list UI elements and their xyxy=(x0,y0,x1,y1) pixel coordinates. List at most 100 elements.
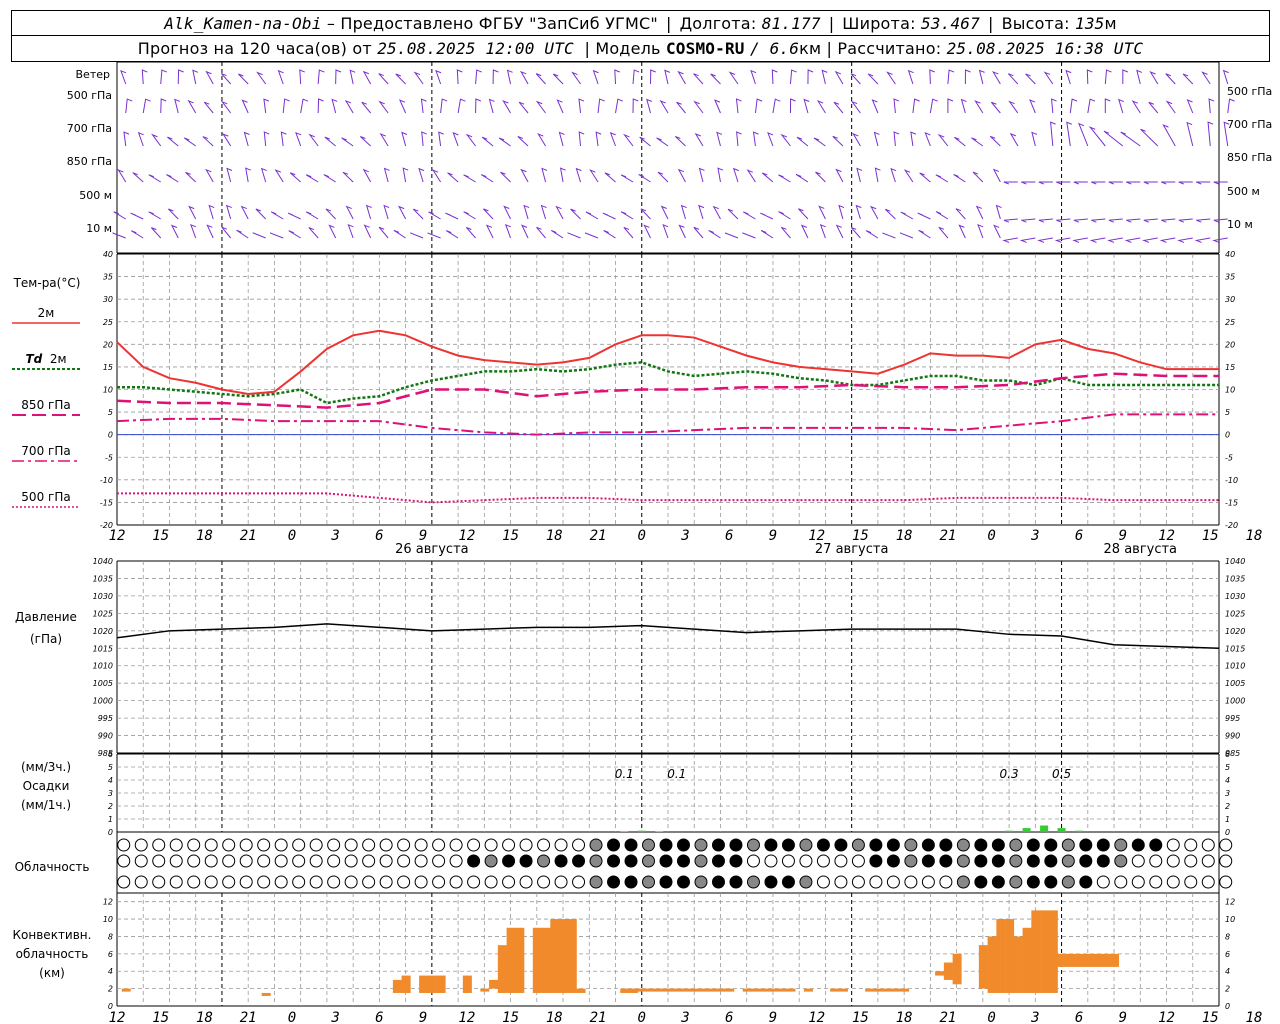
wind-barb xyxy=(1159,237,1176,243)
cloud-cover-symbol xyxy=(1149,854,1163,868)
cloud-cover-symbol xyxy=(292,838,306,852)
wind-barb xyxy=(344,99,354,114)
wind-barb xyxy=(819,223,826,239)
wind-barb xyxy=(736,131,742,147)
pressure-tick-right: 1000 xyxy=(1225,697,1245,706)
cloud-cover-symbol xyxy=(414,838,428,852)
wind-barb xyxy=(480,174,494,183)
wind-barb xyxy=(1201,71,1211,85)
conv-cloud-bar xyxy=(489,979,499,989)
cloud-cover-symbol xyxy=(1096,854,1110,868)
cloud-cover-symbol xyxy=(746,854,760,868)
wind-barb xyxy=(245,167,251,183)
cloud-cover-symbol xyxy=(554,875,568,889)
pressure-tick-right: 1030 xyxy=(1225,592,1245,601)
cloud-cover-symbol xyxy=(1044,875,1058,889)
wind-barb xyxy=(1025,73,1036,85)
wind-barb xyxy=(141,69,148,85)
wind-barb xyxy=(960,98,967,114)
wind-barb xyxy=(742,232,756,239)
wind-barb xyxy=(778,211,791,220)
cloud-cover-symbol xyxy=(886,854,900,868)
x-tick-label: 9 xyxy=(419,1010,427,1024)
wind-barb xyxy=(659,100,669,114)
wind-barb xyxy=(796,136,809,147)
pressure-tick-right: 1035 xyxy=(1225,574,1245,583)
temp-tick-left: 0 xyxy=(108,431,113,440)
x-tick-label: 6 xyxy=(725,1010,733,1024)
wind-barb xyxy=(1043,71,1054,85)
wind-barb xyxy=(602,212,616,220)
wind-barb xyxy=(1104,98,1111,114)
conv-cloud-bar xyxy=(506,927,516,993)
cloud-cover-symbol xyxy=(607,854,621,868)
x-tick-label: 18 xyxy=(196,528,213,544)
cloud-cover-symbol xyxy=(659,854,673,868)
cloud-cover-symbol xyxy=(502,838,516,852)
wind-barb xyxy=(752,131,759,147)
cloud-cover-symbol xyxy=(397,838,411,852)
temp-tick-right: 25 xyxy=(1225,318,1235,327)
wind-barb xyxy=(693,73,704,85)
wind-barb xyxy=(393,229,406,239)
wind-barb xyxy=(1165,100,1176,114)
conv-cloud-bar xyxy=(777,988,787,992)
cloud-cover-symbol xyxy=(956,838,970,852)
wind-barb xyxy=(1038,181,1053,185)
wind-barb xyxy=(1069,98,1078,114)
wind-barb xyxy=(1050,98,1057,114)
cloud-cover-symbol xyxy=(274,838,288,852)
x-tick-label: 21 xyxy=(939,528,956,544)
wind-barb xyxy=(160,69,168,85)
conv-cloud-bar xyxy=(1048,910,1058,993)
wind-barb xyxy=(693,226,704,239)
cloud-cover-symbol xyxy=(1026,875,1040,889)
conv-cloud-bar xyxy=(987,936,997,993)
wind-barb xyxy=(1087,98,1096,114)
wind-barb xyxy=(360,136,371,147)
wind-barb xyxy=(712,205,721,220)
pressure-tick-left: 995 xyxy=(98,714,113,723)
wind-barb xyxy=(202,136,214,147)
wind-barb xyxy=(1186,121,1194,147)
wind-barb xyxy=(604,172,616,183)
x-tick-label: 15 xyxy=(1202,528,1219,544)
wind-barb xyxy=(342,171,354,183)
precip-tick-right: 3 xyxy=(1225,789,1230,798)
conv-cloud-bar xyxy=(707,988,717,992)
cloud-cover-symbol xyxy=(694,838,708,852)
wind-barb xyxy=(727,208,739,220)
conv-cloud-bar xyxy=(532,927,542,993)
cloud-cover-symbol xyxy=(1009,875,1023,889)
precip-annotation: 0.5 xyxy=(1052,767,1071,781)
precip-tick-right: 4 xyxy=(1225,776,1230,785)
temp-tick-right: -5 xyxy=(1225,453,1233,462)
x-tick-label: 0 xyxy=(638,528,646,544)
wind-barb xyxy=(445,212,459,220)
wind-barb xyxy=(835,168,844,183)
wind-barb xyxy=(585,211,599,220)
cloud-cover-symbol xyxy=(1061,875,1075,889)
wind-barb xyxy=(113,211,127,220)
temp-tick-right: 20 xyxy=(1225,340,1235,349)
pressure-tick-right: 995 xyxy=(1225,714,1240,723)
cloud-cover-symbol xyxy=(659,838,673,852)
cloud-cover-symbol xyxy=(851,838,865,852)
wind-barb xyxy=(438,131,444,147)
wind-barb xyxy=(335,69,342,85)
cloud-cover-symbol xyxy=(152,854,166,868)
wind-barb xyxy=(578,98,585,114)
wind-barb xyxy=(760,212,774,220)
wind-barb xyxy=(475,98,482,114)
temp-tick-right: 10 xyxy=(1225,386,1235,395)
cloud-cover-symbol xyxy=(1184,875,1198,889)
wind-barb xyxy=(220,100,232,114)
wind-barb xyxy=(131,230,144,239)
wind-barb xyxy=(1086,69,1093,85)
cloud-cover-symbol xyxy=(1044,838,1058,852)
wind-barb xyxy=(767,132,774,147)
wind-barb xyxy=(664,69,671,85)
wind-barb xyxy=(552,73,564,85)
conv-cloud-bar xyxy=(891,988,901,992)
wind-barb xyxy=(833,101,844,114)
